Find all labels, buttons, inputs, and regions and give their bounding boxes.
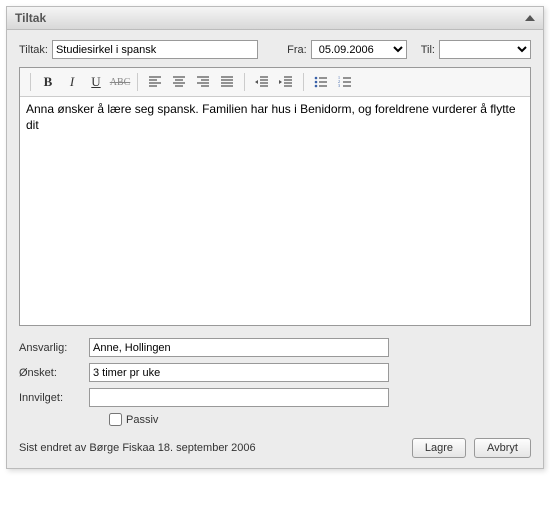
align-center-button[interactable] — [168, 72, 190, 92]
footer: Sist endret av Børge Fiskaa 18. septembe… — [19, 438, 531, 458]
italic-button[interactable]: I — [61, 72, 83, 92]
strikethrough-button[interactable]: ABC — [109, 72, 131, 92]
fra-select[interactable]: 05.09.2006 — [311, 40, 407, 59]
innvilget-input[interactable] — [89, 388, 389, 407]
editor-content[interactable]: Anna ønsker å lære seg spansk. Familien … — [20, 97, 530, 325]
toolbar-separator — [30, 73, 31, 91]
indent-button[interactable] — [275, 72, 297, 92]
til-label: Til: — [421, 44, 435, 56]
panel-header: Tiltak — [7, 7, 543, 30]
passiv-row: Passiv — [109, 413, 531, 426]
editor-toolbar: B I U ABC — [20, 68, 530, 97]
svg-text:3: 3 — [338, 83, 340, 88]
underline-button[interactable]: U — [85, 72, 107, 92]
collapse-icon[interactable] — [525, 15, 535, 21]
til-select[interactable] — [439, 40, 531, 59]
tiltak-panel: Tiltak Tiltak: Fra: 05.09.2006 Til: B I … — [6, 6, 544, 469]
passiv-label: Passiv — [126, 414, 158, 426]
toolbar-separator — [137, 73, 138, 91]
top-row: Tiltak: Fra: 05.09.2006 Til: — [19, 40, 531, 59]
onsket-label: Ønsket: — [19, 367, 89, 379]
ansvarlig-row: Ansvarlig: — [19, 338, 531, 357]
ansvarlig-label: Ansvarlig: — [19, 342, 89, 354]
cancel-button[interactable]: Avbryt — [474, 438, 531, 458]
fra-label: Fra: — [287, 44, 307, 56]
save-button[interactable]: Lagre — [412, 438, 466, 458]
tiltak-label: Tiltak: — [19, 44, 48, 56]
outdent-button[interactable] — [251, 72, 273, 92]
innvilget-label: Innvilget: — [19, 392, 89, 404]
innvilget-row: Innvilget: — [19, 388, 531, 407]
panel-title: Tiltak — [15, 11, 46, 25]
numbered-list-button[interactable]: 123 — [334, 72, 356, 92]
rich-text-editor: B I U ABC — [19, 67, 531, 326]
button-group: Lagre Avbryt — [412, 438, 531, 458]
toolbar-separator — [244, 73, 245, 91]
passiv-checkbox[interactable] — [109, 413, 122, 426]
align-justify-button[interactable] — [216, 72, 238, 92]
onsket-input[interactable] — [89, 363, 389, 382]
bold-button[interactable]: B — [37, 72, 59, 92]
bullet-list-button[interactable] — [310, 72, 332, 92]
tiltak-input[interactable] — [52, 40, 258, 59]
onsket-row: Ønsket: — [19, 363, 531, 382]
last-modified-text: Sist endret av Børge Fiskaa 18. septembe… — [19, 442, 256, 454]
align-right-button[interactable] — [192, 72, 214, 92]
toolbar-separator — [303, 73, 304, 91]
ansvarlig-input[interactable] — [89, 338, 389, 357]
align-left-button[interactable] — [144, 72, 166, 92]
panel-body: Tiltak: Fra: 05.09.2006 Til: B I U ABC — [7, 30, 543, 468]
